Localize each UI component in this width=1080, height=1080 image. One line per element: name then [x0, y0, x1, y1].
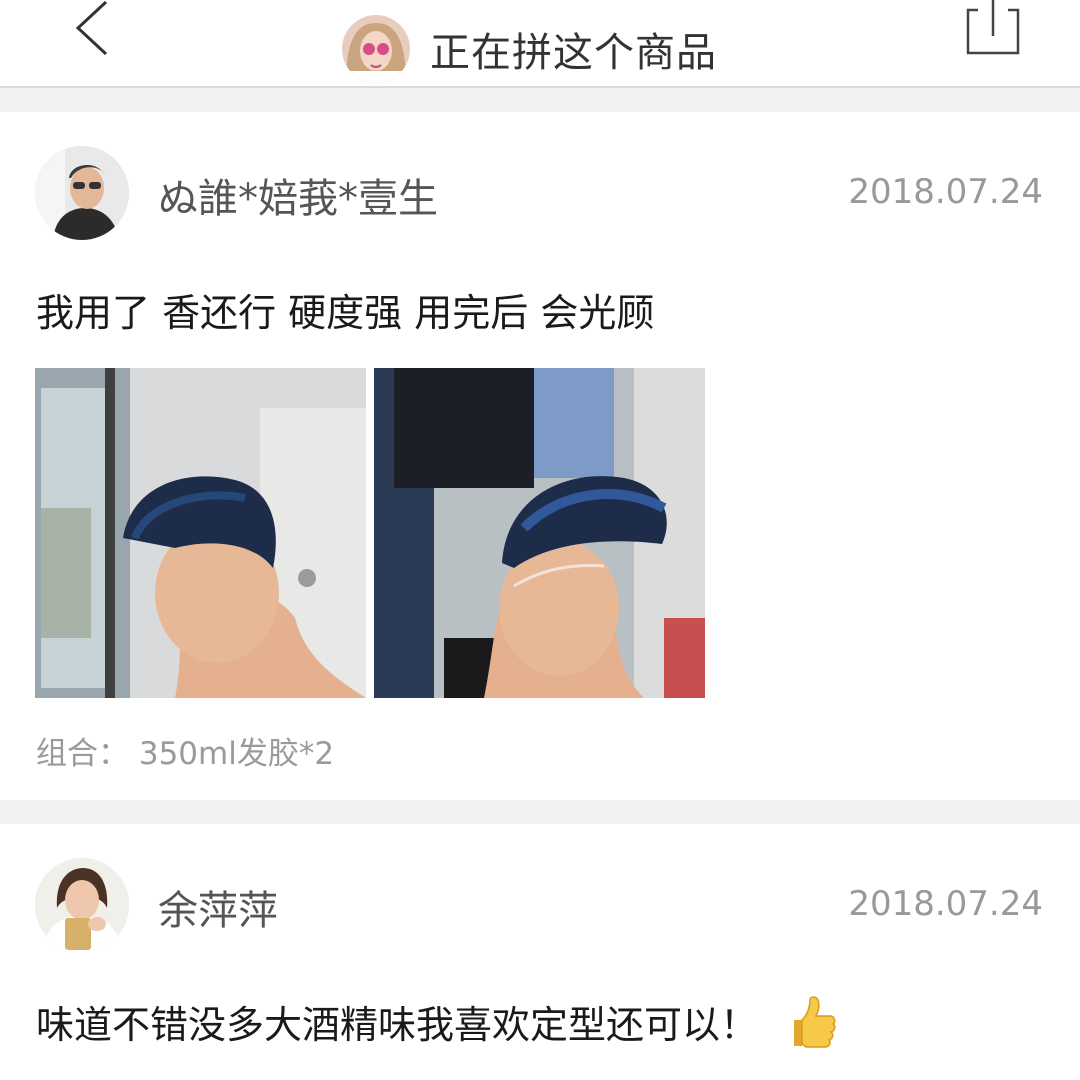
review-photo[interactable] — [374, 368, 705, 698]
product-combo: 组合： 350ml发胶*2 — [36, 736, 335, 772]
avatar[interactable] — [35, 146, 129, 240]
review-card: ぬ誰*婄莪*壹生 2018.07.24 我用了 香还行 硬度强 用完后 会光顾 — [0, 112, 1080, 800]
share-icon — [966, 0, 1020, 55]
header-group-info: 正在拼这个商品 — [342, 14, 717, 84]
review-text: 味道不错没多大酒精味我喜欢定型还可以！ — [36, 994, 836, 1056]
reviewer-name: ぬ誰*婄莪*壹生 — [158, 176, 438, 222]
group-leader-avatar[interactable] — [342, 15, 410, 83]
thumbs-up-icon — [780, 994, 836, 1050]
share-button[interactable] — [960, 0, 1030, 60]
reviewer-name: 余萍萍 — [158, 888, 278, 934]
review-date: 2018.07.24 — [848, 172, 1043, 212]
review-text-content: 味道不错没多大酒精味我喜欢定型还可以！ — [36, 1003, 759, 1047]
avatar[interactable] — [35, 858, 129, 952]
section-separator — [0, 88, 1080, 112]
review-date: 2018.07.24 — [848, 884, 1043, 924]
page-title: 正在拼这个商品 — [430, 30, 717, 76]
top-nav-bar: 正在拼这个商品 — [0, 0, 1080, 86]
review-text: 我用了 香还行 硬度强 用完后 会光顾 — [36, 291, 655, 335]
chevron-left-icon — [75, 0, 108, 56]
back-button[interactable] — [60, 0, 130, 70]
review-card: 余萍萍 2018.07.24 味道不错没多大酒精味我喜欢定型还可以！ — [0, 824, 1080, 1080]
section-separator — [0, 800, 1080, 824]
review-photo[interactable] — [35, 368, 366, 698]
